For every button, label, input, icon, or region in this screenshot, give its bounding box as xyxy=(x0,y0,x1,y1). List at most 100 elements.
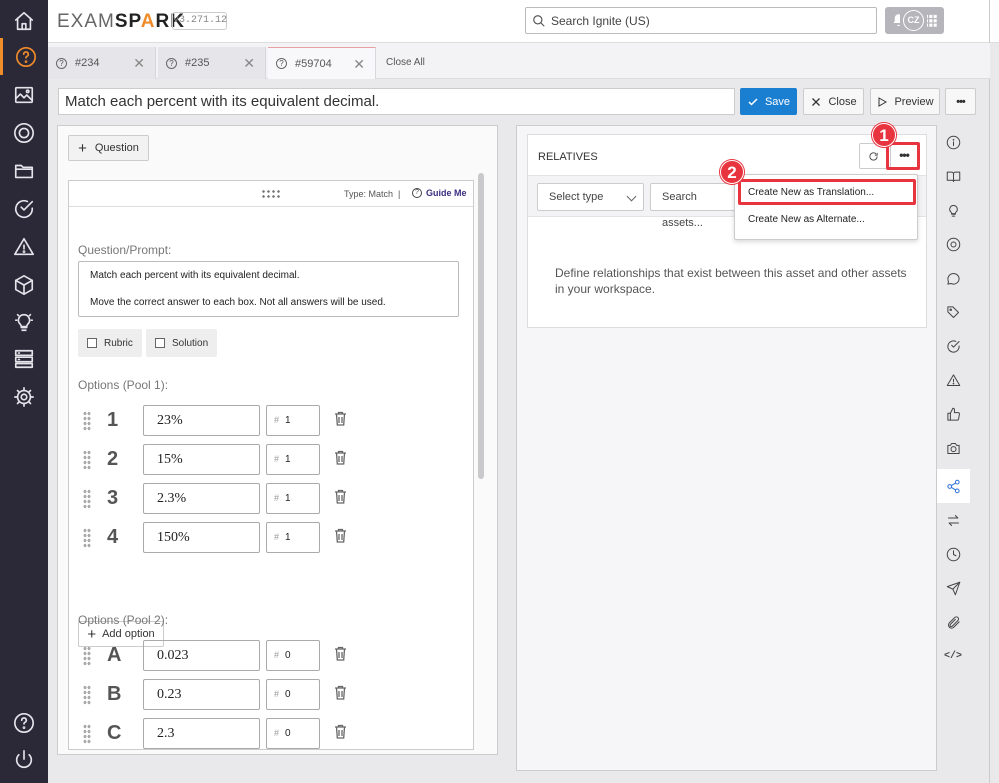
asset-title-field[interactable]: Match each percent with its equivalent d… xyxy=(58,88,735,115)
prompt-editor[interactable]: Match each percent with its equivalent d… xyxy=(78,261,459,317)
tag-icon[interactable] xyxy=(936,295,970,329)
more-actions-button[interactable]: ••• xyxy=(945,88,976,115)
settings-icon[interactable] xyxy=(0,378,48,415)
option-value-field[interactable]: 23% xyxy=(143,405,260,436)
search-input[interactable] xyxy=(551,13,851,28)
thumbs-up-icon[interactable] xyxy=(936,397,970,431)
option-count-field[interactable]: #0 xyxy=(266,718,320,749)
drag-handle-icon[interactable] xyxy=(83,646,91,666)
option-value-field[interactable]: 15% xyxy=(143,444,260,475)
card-header: Type: Match | ? Guide Me xyxy=(69,181,473,207)
option-count-field[interactable]: #1 xyxy=(266,405,320,436)
code-icon[interactable]: </> xyxy=(936,639,970,673)
option-row: 3 2.3% #1 xyxy=(78,483,458,515)
send-icon[interactable] xyxy=(936,571,970,605)
option-row: C 2.3 #0 xyxy=(78,718,458,749)
clock-icon[interactable] xyxy=(936,537,970,571)
close-all-link[interactable]: Close All xyxy=(386,57,425,68)
trash-icon[interactable] xyxy=(334,411,347,426)
check-circle-icon[interactable] xyxy=(936,329,970,363)
folder-icon[interactable] xyxy=(0,152,48,189)
close-tab-icon[interactable]: ✕ xyxy=(133,55,145,72)
option-count-field[interactable]: #0 xyxy=(266,640,320,671)
tab-235[interactable]: ? #235 ✕ xyxy=(158,47,266,79)
question-type-label: Type: Match | xyxy=(344,189,401,199)
trash-icon[interactable] xyxy=(334,646,347,661)
global-search[interactable] xyxy=(525,7,877,34)
editor-scrollbar[interactable] xyxy=(478,173,484,479)
trash-icon[interactable] xyxy=(334,685,347,700)
prompt-label: Question/Prompt: xyxy=(78,243,172,257)
option-value-field[interactable]: 0.23 xyxy=(143,679,260,710)
add-question-button[interactable]: + Question xyxy=(68,135,149,161)
plus-icon: + xyxy=(78,139,87,157)
tab-59704[interactable]: ? #59704 ✕ xyxy=(268,47,376,79)
cube-icon[interactable] xyxy=(0,266,48,303)
search-assets-input[interactable]: Search assets... xyxy=(650,183,736,229)
swap-icon[interactable] xyxy=(936,503,970,537)
comment-icon[interactable] xyxy=(936,261,970,295)
highlight-box xyxy=(886,142,920,170)
user-avatar[interactable]: CZ xyxy=(900,7,927,34)
check-circle-icon[interactable] xyxy=(0,190,48,227)
tab-234[interactable]: ? #234 ✕ xyxy=(48,47,156,79)
option-count-field[interactable]: #1 xyxy=(266,444,320,475)
trash-icon[interactable] xyxy=(334,450,347,465)
close-tab-icon[interactable]: ✕ xyxy=(353,56,365,73)
create-alternate-menu-item[interactable]: Create New as Alternate... xyxy=(748,214,865,225)
info-icon[interactable] xyxy=(936,125,970,159)
drag-handle-icon[interactable] xyxy=(83,528,91,548)
option-value-field[interactable]: 150% xyxy=(143,522,260,553)
option-row: 1 23% #1 xyxy=(78,405,458,437)
drag-handle-icon[interactable] xyxy=(83,411,91,431)
question-card: Type: Match | ? Guide Me Question/Prompt:… xyxy=(68,180,474,750)
warning-icon[interactable] xyxy=(936,363,970,397)
option-count-field[interactable]: #0 xyxy=(266,679,320,710)
trash-icon[interactable] xyxy=(334,489,347,504)
question-icon: ? xyxy=(412,188,422,198)
trash-icon[interactable] xyxy=(334,724,347,739)
lightbulb-icon[interactable] xyxy=(936,193,970,227)
close-button[interactable]: Close xyxy=(803,88,864,115)
preview-button[interactable]: Preview xyxy=(870,88,940,115)
drag-handle-icon[interactable] xyxy=(83,450,91,470)
servers-icon[interactable] xyxy=(0,340,48,377)
lightbulb-icon[interactable] xyxy=(0,303,48,340)
option-count-field[interactable]: #1 xyxy=(266,483,320,514)
select-type-dropdown[interactable]: Select type xyxy=(537,183,644,211)
book-icon[interactable] xyxy=(936,159,970,193)
relatives-description: Define relationships that exist between … xyxy=(555,266,907,296)
checkbox-icon xyxy=(155,338,165,348)
image-chart-icon[interactable] xyxy=(0,76,48,113)
save-button[interactable]: Save xyxy=(740,88,797,115)
search-icon xyxy=(533,14,545,27)
pool1-label: Options (Pool 1): xyxy=(78,378,169,392)
guide-me-link[interactable]: ? Guide Me xyxy=(412,188,467,198)
home-icon[interactable] xyxy=(0,2,48,39)
close-tab-icon[interactable]: ✕ xyxy=(243,55,255,72)
drag-handle-icon[interactable] xyxy=(83,489,91,509)
drag-handle-icon[interactable] xyxy=(83,685,91,705)
option-value-field[interactable]: 2.3% xyxy=(143,483,260,514)
rubric-checkbox[interactable]: Rubric xyxy=(78,329,142,357)
option-value-field[interactable]: 2.3 xyxy=(143,718,260,749)
question-icon[interactable] xyxy=(0,38,48,75)
target-icon[interactable] xyxy=(0,114,48,151)
solution-checkbox[interactable]: Solution xyxy=(146,329,218,357)
question-icon: ? xyxy=(56,57,67,69)
option-value-field[interactable]: 0.023 xyxy=(143,640,260,671)
relatives-title: RELATIVES xyxy=(538,151,598,163)
drag-handle-icon[interactable] xyxy=(261,189,281,199)
check-icon xyxy=(748,97,758,106)
warning-icon[interactable] xyxy=(0,228,48,265)
drag-handle-icon[interactable] xyxy=(83,724,91,744)
share-relatives-icon[interactable] xyxy=(936,469,970,503)
camera-icon[interactable] xyxy=(936,431,970,465)
paperclip-icon[interactable] xyxy=(936,605,970,639)
target-icon[interactable] xyxy=(936,227,970,261)
option-count-field[interactable]: #1 xyxy=(266,522,320,553)
help-icon[interactable] xyxy=(0,704,48,741)
trash-icon[interactable] xyxy=(334,528,347,543)
power-icon[interactable] xyxy=(0,741,48,778)
right-icon-rail: </> xyxy=(936,125,970,675)
